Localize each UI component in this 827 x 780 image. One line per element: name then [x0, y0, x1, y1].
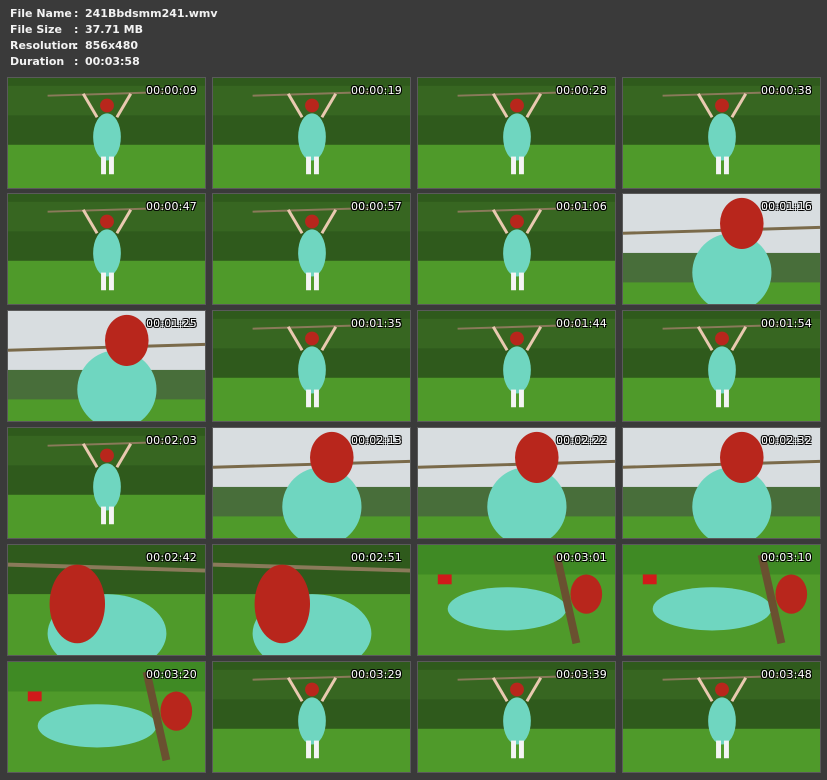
thumbnail-13[interactable]: 00:02:03: [7, 427, 206, 539]
thumbnail-timestamp: 00:03:39: [555, 668, 607, 681]
thumbnail-timestamp: 00:00:47: [145, 200, 197, 213]
thumbnail-5[interactable]: 00:00:47: [7, 193, 206, 305]
thumbnail-timestamp: 00:02:42: [145, 551, 197, 564]
thumbnail-19[interactable]: 00:03:01: [417, 544, 616, 656]
thumbnail-12[interactable]: 00:01:54: [622, 310, 821, 422]
thumbnail-16[interactable]: 00:02:32: [622, 427, 821, 539]
thumbnail-timestamp: 00:03:48: [760, 668, 812, 681]
thumbnail-1[interactable]: 00:00:09: [7, 77, 206, 189]
thumbnail-timestamp: 00:00:09: [145, 84, 197, 97]
thumbnail-timestamp: 00:01:25: [145, 317, 197, 330]
thumbnail-timestamp: 00:03:01: [555, 551, 607, 564]
thumbnail-grid: 00:00:09 00:00:19 00:00:28 00:00:38 00:00:47…: [0, 0, 827, 780]
contact-sheet: File Name : 241Bbdsmm241.wmv File Size :…: [0, 0, 827, 780]
thumbnail-18[interactable]: 00:02:51: [212, 544, 411, 656]
thumbnail-14[interactable]: 00:02:13: [212, 427, 411, 539]
thumbnail-timestamp: 00:02:13: [350, 434, 402, 447]
thumbnail-timestamp: 00:01:16: [760, 200, 812, 213]
thumbnail-timestamp: 00:03:29: [350, 668, 402, 681]
thumbnail-timestamp: 00:00:19: [350, 84, 402, 97]
thumbnail-20[interactable]: 00:03:10: [622, 544, 821, 656]
thumbnail-timestamp: 00:01:54: [760, 317, 812, 330]
thumbnail-timestamp: 00:01:06: [555, 200, 607, 213]
thumbnail-17[interactable]: 00:02:42: [7, 544, 206, 656]
thumbnail-6[interactable]: 00:00:57: [212, 193, 411, 305]
thumbnail-timestamp: 00:02:03: [145, 434, 197, 447]
thumbnail-11[interactable]: 00:01:44: [417, 310, 616, 422]
thumbnail-10[interactable]: 00:01:35: [212, 310, 411, 422]
thumbnail-24[interactable]: 00:03:48: [622, 661, 821, 773]
thumbnail-21[interactable]: 00:03:20: [7, 661, 206, 773]
thumbnail-9[interactable]: 00:01:25: [7, 310, 206, 422]
thumbnail-timestamp: 00:02:22: [555, 434, 607, 447]
thumbnail-timestamp: 00:02:32: [760, 434, 812, 447]
thumbnail-8[interactable]: 00:01:16: [622, 193, 821, 305]
thumbnail-4[interactable]: 00:00:38: [622, 77, 821, 189]
thumbnail-timestamp: 00:00:57: [350, 200, 402, 213]
thumbnail-22[interactable]: 00:03:29: [212, 661, 411, 773]
thumbnail-3[interactable]: 00:00:28: [417, 77, 616, 189]
thumbnail-7[interactable]: 00:01:06: [417, 193, 616, 305]
thumbnail-timestamp: 00:00:28: [555, 84, 607, 97]
thumbnail-timestamp: 00:02:51: [350, 551, 402, 564]
thumbnail-timestamp: 00:01:44: [555, 317, 607, 330]
thumbnail-timestamp: 00:03:20: [145, 668, 197, 681]
thumbnail-15[interactable]: 00:02:22: [417, 427, 616, 539]
thumbnail-timestamp: 00:01:35: [350, 317, 402, 330]
thumbnail-timestamp: 00:00:38: [760, 84, 812, 97]
thumbnail-23[interactable]: 00:03:39: [417, 661, 616, 773]
thumbnail-timestamp: 00:03:10: [760, 551, 812, 564]
thumbnail-2[interactable]: 00:00:19: [212, 77, 411, 189]
